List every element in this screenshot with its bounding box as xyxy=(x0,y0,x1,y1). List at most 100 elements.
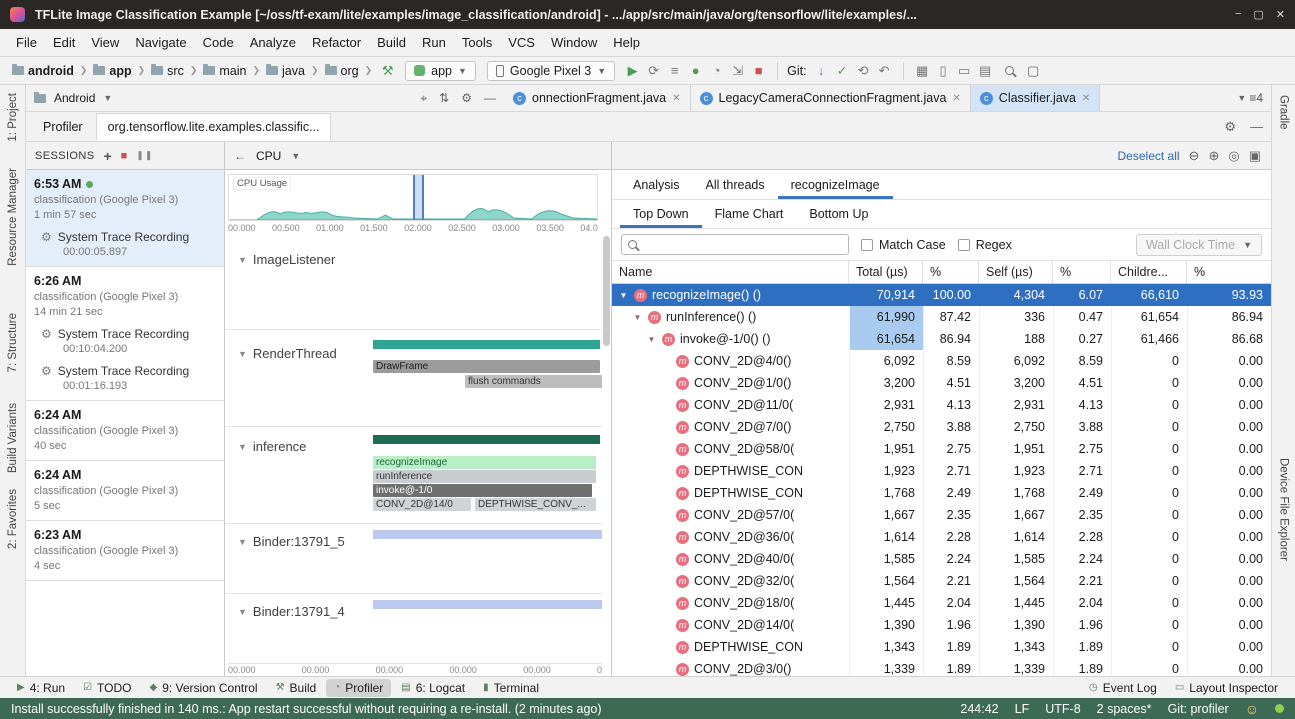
stripe-button-1-project[interactable]: 1: Project xyxy=(7,93,19,142)
table-row[interactable]: mCONV_2D@18/0(1,4452.041,4452.0400.00 xyxy=(612,592,1271,614)
table-row[interactable]: mCONV_2D@36/0(1,6142.281,6142.2800.00 xyxy=(612,526,1271,548)
collapse-triangle-icon[interactable]: ▼ xyxy=(238,537,247,547)
sdk-manager-icon[interactable]: ▤ xyxy=(976,62,995,80)
table-row[interactable]: ▼minvoke@-1/0() ()61,65486.941880.2761,4… xyxy=(612,328,1271,350)
stripe-button-2-favorites[interactable]: 2: Favorites xyxy=(7,489,19,549)
project-structure-icon[interactable]: ▦ xyxy=(913,62,932,80)
run-config-selector[interactable]: app ▼ xyxy=(405,61,476,81)
toolwindow-button-terminal[interactable]: ▮Terminal xyxy=(475,679,547,697)
stop-icon[interactable]: ■ xyxy=(749,62,768,80)
column-header-[interactable]: % xyxy=(1053,261,1111,283)
hide-panel-icon[interactable]: — xyxy=(1250,119,1263,135)
toolwindow-button-layout-inspector[interactable]: ▭Layout Inspector xyxy=(1167,679,1286,697)
editor-tab-legacycameraconnectionfragment-java[interactable]: cLegacyCameraConnectionFragment.java✕ xyxy=(691,85,971,111)
close-icon[interactable]: ✕ xyxy=(952,93,960,104)
breadcrumb-main[interactable]: main xyxy=(201,63,248,79)
editor-tab-onnectionfragment-java[interactable]: connectionFragment.java✕ xyxy=(504,85,691,111)
toolwindow-button-event-log[interactable]: ◷Event Log xyxy=(1081,679,1165,697)
thread-track-renderthread[interactable]: ▼ RenderThread DrawFrame flush commands xyxy=(225,330,602,427)
breadcrumb-java[interactable]: java xyxy=(264,63,307,79)
table-row[interactable]: mCONV_2D@14/0(1,3901.961,3901.9600.00 xyxy=(612,614,1271,636)
toolwindow-button-profiler[interactable]: ◔Profiler xyxy=(326,679,391,697)
stop-recording-icon[interactable]: ■ xyxy=(121,150,128,162)
session-card[interactable]: 6:24 AMclassification (Google Pixel 3)5 … xyxy=(26,461,224,521)
column-header-name[interactable]: Name xyxy=(612,261,849,283)
trace-event-flush-commands[interactable]: flush commands xyxy=(465,375,602,388)
trace-recording-item[interactable]: ⚙System Trace Recording xyxy=(32,327,218,341)
trace-recording-item[interactable]: ⚙System Trace Recording xyxy=(32,364,218,378)
device-manager-icon[interactable]: ▯ xyxy=(934,62,953,80)
editor-tab-classifier-java[interactable]: cClassifier.java✕ xyxy=(971,85,1101,111)
menu-run[interactable]: Run xyxy=(414,31,454,54)
gear-icon[interactable]: ⚙ xyxy=(1224,119,1236,135)
regex-checkbox[interactable]: Regex xyxy=(958,238,1012,252)
debug-icon[interactable]: ● xyxy=(686,62,705,80)
git-history-icon[interactable]: ⟲ xyxy=(854,62,873,80)
trace-event-invoke[interactable]: invoke@-1/0 xyxy=(373,484,592,497)
indent-setting[interactable]: 2 spaces* xyxy=(1097,702,1152,716)
menu-file[interactable]: File xyxy=(8,31,45,54)
analysis-tab-analysis[interactable]: Analysis xyxy=(620,170,693,199)
session-card[interactable]: 6:53 AMclassification (Google Pixel 3)1 … xyxy=(26,170,224,267)
menu-tools[interactable]: Tools xyxy=(454,31,500,54)
status-message[interactable]: Install successfully finished in 140 ms.… xyxy=(11,702,944,716)
table-row[interactable]: mCONV_2D@4/0()6,0928.596,0928.5900.00 xyxy=(612,350,1271,372)
menu-view[interactable]: View xyxy=(83,31,127,54)
hide-panel-icon[interactable]: — xyxy=(484,91,496,106)
tab-profiler[interactable]: Profiler xyxy=(32,114,94,140)
search-input[interactable] xyxy=(642,238,842,252)
stripe-button-build-variants[interactable]: Build Variants xyxy=(7,403,19,473)
line-separator[interactable]: LF xyxy=(1015,702,1030,716)
menu-edit[interactable]: Edit xyxy=(45,31,83,54)
thread-track-binder4[interactable]: ▼ Binder:13791_4 xyxy=(225,594,602,660)
table-row[interactable]: mCONV_2D@7/0()2,7503.882,7503.8800.00 xyxy=(612,416,1271,438)
search-box[interactable] xyxy=(621,234,849,255)
toolwindow-button-9-version-control[interactable]: ◆9: Version Control xyxy=(141,679,265,697)
column-header-[interactable]: % xyxy=(1187,261,1271,283)
toolwindow-button-6-logcat[interactable]: ▤6: Logcat xyxy=(393,679,473,697)
session-card[interactable]: 6:24 AMclassification (Google Pixel 3)40… xyxy=(26,401,224,461)
menu-analyze[interactable]: Analyze xyxy=(242,31,304,54)
trace-event-runinference[interactable]: runInference xyxy=(373,470,596,483)
expand-arrow-icon[interactable]: ▼ xyxy=(646,335,657,344)
caret-position[interactable]: 244:42 xyxy=(960,702,998,716)
run-icon[interactable]: ▶ xyxy=(623,62,642,80)
hidden-tabs-dropdown[interactable]: ▼ ≡4 xyxy=(1229,85,1271,111)
git-branch[interactable]: Git: profiler xyxy=(1168,702,1229,716)
column-header-total-s[interactable]: Total (µs) xyxy=(849,261,923,283)
column-header-[interactable]: % xyxy=(923,261,979,283)
git-update-icon[interactable]: ↓ xyxy=(812,62,831,80)
toolwindow-button-4-run[interactable]: ▶4: Run xyxy=(9,679,73,697)
table-row[interactable]: mDEPTHWISE_CON1,7682.491,7682.4900.00 xyxy=(612,482,1271,504)
project-view-selector[interactable]: Android xyxy=(54,91,95,105)
tab-profiler-session[interactable]: org.tensorflow.lite.examples.classific..… xyxy=(96,113,332,141)
collapse-triangle-icon[interactable]: ▼ xyxy=(238,349,247,359)
pause-icon[interactable]: ❚❚ xyxy=(136,150,153,161)
menu-help[interactable]: Help xyxy=(605,31,648,54)
collapse-triangle-icon[interactable]: ▼ xyxy=(238,255,247,265)
timeline-scrollbar[interactable] xyxy=(603,236,610,346)
menu-code[interactable]: Code xyxy=(195,31,242,54)
breadcrumb-org[interactable]: org xyxy=(323,63,361,79)
git-rollback-icon[interactable]: ↶ xyxy=(875,62,894,80)
view-tab-flame-chart[interactable]: Flame Chart xyxy=(702,200,797,228)
close-icon[interactable]: ✕ xyxy=(1276,8,1285,21)
apply-changes-icon[interactable]: ⟳ xyxy=(644,62,663,80)
feedback-smiley-icon[interactable]: ☺ xyxy=(1245,701,1259,717)
run-configurations-icon[interactable]: ≡ xyxy=(665,62,684,80)
table-row[interactable]: mDEPTHWISE_CON1,9232.711,9232.7100.00 xyxy=(612,460,1271,482)
table-row[interactable]: mCONV_2D@57/0(1,6672.351,6672.3500.00 xyxy=(612,504,1271,526)
menu-window[interactable]: Window xyxy=(543,31,605,54)
table-row[interactable]: mCONV_2D@40/0(1,5852.241,5852.2400.00 xyxy=(612,548,1271,570)
trace-event-recognizeimage[interactable]: recognizeImage xyxy=(373,456,596,469)
zoom-to-selection-icon[interactable]: ▣ xyxy=(1249,148,1261,164)
zoom-out-icon[interactable]: ⊖ xyxy=(1189,148,1200,164)
back-arrow-icon[interactable]: ← xyxy=(234,149,246,163)
close-icon[interactable]: ✕ xyxy=(672,93,680,104)
attach-debugger-icon[interactable]: ⇲ xyxy=(728,62,747,80)
stripe-button-7-structure[interactable]: 7: Structure xyxy=(7,313,19,372)
minimize-icon[interactable]: − xyxy=(1235,8,1241,21)
table-row[interactable]: ▼mrecognizeImage() ()70,914100.004,3046.… xyxy=(612,284,1271,306)
reset-zoom-icon[interactable]: ◎ xyxy=(1228,148,1239,164)
table-row[interactable]: mCONV_2D@58/0(1,9512.751,9512.7500.00 xyxy=(612,438,1271,460)
